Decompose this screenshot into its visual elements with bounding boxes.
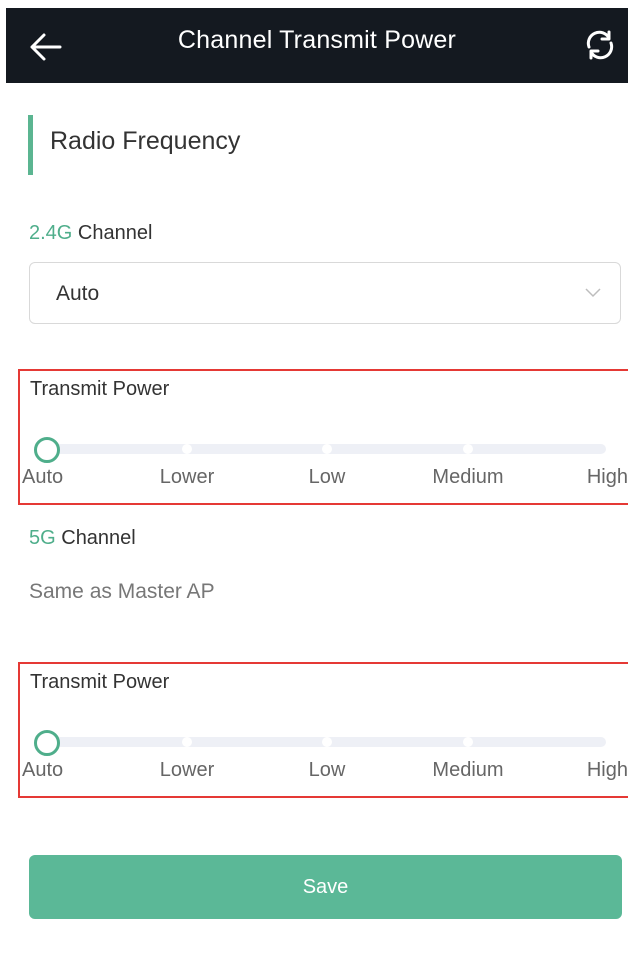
channel-5g-label: 5G Channel xyxy=(29,527,136,550)
transmit-power-5g-slider[interactable] xyxy=(20,724,628,760)
channel-label-text: Channel xyxy=(55,527,136,549)
channel-24g-label: 2.4G Channel xyxy=(29,222,152,245)
power-option-low[interactable]: Low xyxy=(309,466,346,489)
power-option-lower[interactable]: Lower xyxy=(160,466,214,489)
slider-tick xyxy=(322,737,332,747)
power-option-high[interactable]: High xyxy=(587,466,628,489)
power-option-high[interactable]: High xyxy=(587,759,628,782)
slider-thumb[interactable] xyxy=(34,730,60,756)
slider-tick xyxy=(463,444,473,454)
slider-tick xyxy=(322,444,332,454)
slider-tick xyxy=(182,444,192,454)
power-option-auto[interactable]: Auto xyxy=(22,759,63,782)
power-option-low[interactable]: Low xyxy=(309,759,346,782)
transmit-power-5g-label: Transmit Power xyxy=(30,671,170,693)
power-option-medium[interactable]: Medium xyxy=(432,759,503,782)
slider-tick xyxy=(182,737,192,747)
section-title: Radio Frequency xyxy=(50,127,241,155)
app-header: Channel Transmit Power xyxy=(6,8,628,83)
channel-label-text: Channel xyxy=(72,222,153,244)
save-button[interactable]: Save xyxy=(29,855,622,919)
power-option-medium[interactable]: Medium xyxy=(432,466,503,489)
power-option-auto[interactable]: Auto xyxy=(22,466,63,489)
transmit-power-24g-label: Transmit Power xyxy=(30,378,170,400)
transmit-power-5g-box: Transmit Power Auto Lower Low Medium Hig… xyxy=(18,662,628,798)
section-accent-bar xyxy=(28,115,33,175)
page-title: Channel Transmit Power xyxy=(177,26,457,54)
channel-5g-value: Same as Master AP xyxy=(29,580,215,603)
slider-tick xyxy=(463,737,473,747)
channel-24g-select[interactable]: Auto xyxy=(29,262,621,324)
slider-thumb[interactable] xyxy=(34,437,60,463)
transmit-power-24g-box: Transmit Power Auto Lower Low Medium Hig… xyxy=(18,369,628,505)
transmit-power-24g-slider[interactable] xyxy=(20,431,628,467)
power-option-lower[interactable]: Lower xyxy=(160,759,214,782)
band-5g-label: 5G xyxy=(29,527,56,549)
refresh-icon[interactable] xyxy=(580,25,620,65)
chevron-down-icon xyxy=(585,288,601,298)
channel-24g-value: Auto xyxy=(56,282,100,305)
band-24g-label: 2.4G xyxy=(29,222,73,244)
